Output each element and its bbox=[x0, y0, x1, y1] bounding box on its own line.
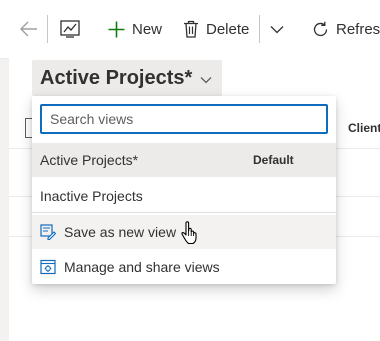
view-selector-dropdown: Active Projects* Default Inactive Projec… bbox=[32, 96, 336, 284]
chevron-down-icon bbox=[200, 67, 212, 90]
delete-label: Delete bbox=[206, 20, 250, 38]
view-selector-button[interactable]: Active Projects* bbox=[32, 60, 223, 96]
refresh-button[interactable]: Refresh bbox=[312, 0, 380, 58]
save-as-new-view-label: Save as new view bbox=[64, 224, 177, 240]
new-button[interactable]: New bbox=[108, 0, 162, 58]
save-view-icon bbox=[40, 224, 56, 240]
refresh-label: Refresh bbox=[336, 20, 380, 38]
menu-divider bbox=[32, 212, 336, 213]
view-title: Active Projects* bbox=[40, 66, 193, 89]
view-item-label: Active Projects* bbox=[40, 152, 139, 168]
toolbar-separator bbox=[47, 15, 48, 43]
search-views-input[interactable] bbox=[40, 104, 328, 134]
toolbar-separator bbox=[259, 15, 260, 43]
delete-button[interactable]: Delete bbox=[183, 0, 249, 58]
chart-button[interactable] bbox=[60, 0, 80, 58]
back-button[interactable] bbox=[20, 0, 38, 58]
manage-views-icon bbox=[40, 259, 56, 275]
view-item-inactive-projects[interactable]: Inactive Projects bbox=[32, 179, 336, 213]
add-icon bbox=[108, 21, 125, 38]
command-bar: New Delete Refresh bbox=[0, 0, 380, 59]
column-header-client[interactable]: Client bbox=[348, 121, 380, 135]
manage-views-item[interactable]: Manage and share views bbox=[32, 250, 336, 284]
back-arrow-icon bbox=[20, 21, 38, 37]
view-item-active-projects[interactable]: Active Projects* Default bbox=[32, 143, 336, 177]
chevron-down-icon bbox=[270, 25, 284, 34]
default-badge: Default bbox=[253, 153, 294, 167]
more-commands-button[interactable] bbox=[270, 0, 284, 58]
trash-icon bbox=[183, 20, 199, 38]
new-label: New bbox=[132, 20, 163, 38]
hand-pointer-cursor bbox=[180, 221, 200, 250]
manage-views-label: Manage and share views bbox=[64, 259, 220, 275]
refresh-icon bbox=[312, 21, 329, 38]
chart-icon bbox=[60, 20, 80, 38]
view-item-label: Inactive Projects bbox=[40, 188, 143, 204]
